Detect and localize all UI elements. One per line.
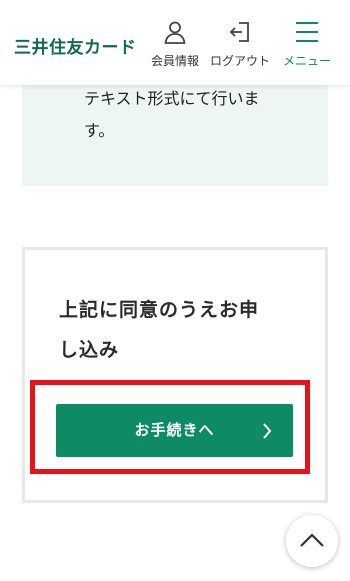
- logout-icon: [206, 20, 274, 44]
- proceed-button-label: お手続きへ: [134, 421, 215, 439]
- chevron-up-icon: [300, 533, 324, 547]
- hamburger-icon: [277, 20, 337, 44]
- member-info-button[interactable]: 会員情報: [146, 20, 204, 72]
- page: 三井住友カード 会員情報 ログアウト メニュー テキスト形式にて行いま す。 上…: [0, 0, 350, 581]
- brand-logo[interactable]: 三井住友カード: [14, 33, 137, 58]
- info-text-line1: テキスト形式にて行いま: [84, 89, 260, 108]
- consent-heading-line1: 上記に同意のうえお申: [59, 299, 260, 321]
- info-text-line2: す。: [84, 121, 115, 140]
- menu-label: メニュー: [282, 54, 331, 68]
- logout-button[interactable]: ログアウト: [206, 20, 274, 72]
- info-panel: テキスト形式にて行いま す。: [22, 84, 328, 186]
- person-icon: [146, 20, 204, 44]
- consent-heading-line2: し込み: [59, 339, 120, 361]
- menu-button[interactable]: メニュー: [277, 20, 337, 72]
- member-info-label: 会員情報: [150, 54, 199, 68]
- logout-label: ログアウト: [209, 54, 270, 68]
- info-text: テキスト形式にて行いま す。: [84, 84, 309, 147]
- consent-heading: 上記に同意のうえお申 し込み: [59, 290, 299, 370]
- site-header: 三井住友カード 会員情報 ログアウト メニュー: [0, 0, 350, 85]
- proceed-button[interactable]: お手続きへ: [56, 404, 293, 457]
- back-to-top-button[interactable]: [286, 515, 338, 567]
- chevron-right-icon: [260, 422, 274, 440]
